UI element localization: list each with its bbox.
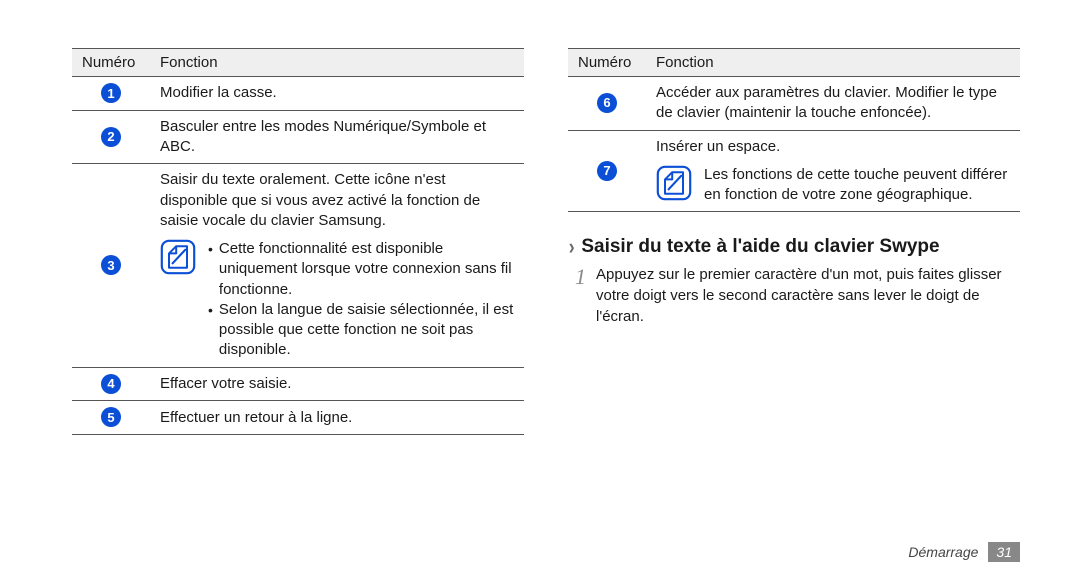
table-row: 1 Modifier la casse.: [72, 77, 524, 111]
function-text: Accéder aux paramètres du clavier. Modif…: [646, 77, 1020, 131]
functions-table-left: Numéro Fonction 1 Modifier la casse. 2 B…: [72, 48, 524, 435]
col-header-numero: Numéro: [568, 49, 646, 77]
function-cell: Insérer un espace. Les fonctions: [646, 130, 1020, 212]
table-row: 4 Effacer votre saisie.: [72, 367, 524, 401]
section-heading: › Saisir du texte à l'aide du clavier Sw…: [568, 236, 1020, 258]
function-text: Effacer votre saisie.: [150, 367, 524, 401]
function-text: Insérer un espace.: [656, 137, 1010, 157]
function-text: Saisir du texte oralement. Cette icône n…: [160, 170, 514, 231]
col-header-fonction: Fonction: [150, 49, 524, 77]
table-row: 2 Basculer entre les modes Numérique/Sym…: [72, 110, 524, 164]
step-number: 1: [568, 264, 586, 288]
note-icon: [160, 239, 196, 275]
note-block: Les fonctions de cette touche peuvent di…: [656, 165, 1010, 206]
function-text: Effectuer un retour à la ligne.: [150, 401, 524, 435]
function-text: Modifier la casse.: [150, 77, 524, 111]
footer-page-number: 31: [988, 542, 1020, 562]
number-badge-4: 4: [101, 374, 121, 394]
note-bullet: Cette fonctionnalité est disponible uniq…: [208, 239, 514, 300]
page-footer: Démarrage 31: [908, 542, 1020, 562]
number-badge-5: 5: [101, 407, 121, 427]
right-column: Numéro Fonction 6 Accéder aux paramètres…: [568, 48, 1020, 435]
note-bullets: Cette fonctionnalité est disponible uniq…: [208, 239, 514, 361]
number-badge-7: 7: [597, 161, 617, 181]
page-content: Numéro Fonction 1 Modifier la casse. 2 B…: [0, 0, 1080, 475]
functions-table-right: Numéro Fonction 6 Accéder aux paramètres…: [568, 48, 1020, 212]
step-text: Appuyez sur le premier caractère d'un mo…: [596, 264, 1020, 327]
note-text: Les fonctions de cette touche peuvent di…: [704, 165, 1010, 206]
number-badge-6: 6: [597, 93, 617, 113]
table-row: 7 Insérer un espace.: [568, 130, 1020, 212]
table-row: 5 Effectuer un retour à la ligne.: [72, 401, 524, 435]
function-text: Basculer entre les modes Numérique/Symbo…: [150, 110, 524, 164]
note-block: Cette fonctionnalité est disponible uniq…: [160, 239, 514, 361]
footer-section-name: Démarrage: [908, 544, 978, 560]
number-badge-1: 1: [101, 83, 121, 103]
number-badge-3: 3: [101, 255, 121, 275]
chevron-icon: ›: [569, 236, 575, 258]
note-bullet: Selon la langue de saisie sélectionnée, …: [208, 300, 514, 361]
col-header-fonction: Fonction: [646, 49, 1020, 77]
table-row: 6 Accéder aux paramètres du clavier. Mod…: [568, 77, 1020, 131]
note-icon: [656, 165, 692, 201]
table-row: 3 Saisir du texte oralement. Cette icône…: [72, 164, 524, 367]
col-header-numero: Numéro: [72, 49, 150, 77]
section-title: Saisir du texte à l'aide du clavier Swyp…: [581, 236, 939, 258]
step-item: 1 Appuyez sur le premier caractère d'un …: [568, 264, 1020, 327]
number-badge-2: 2: [101, 127, 121, 147]
left-column: Numéro Fonction 1 Modifier la casse. 2 B…: [72, 48, 524, 435]
function-cell: Saisir du texte oralement. Cette icône n…: [150, 164, 524, 367]
